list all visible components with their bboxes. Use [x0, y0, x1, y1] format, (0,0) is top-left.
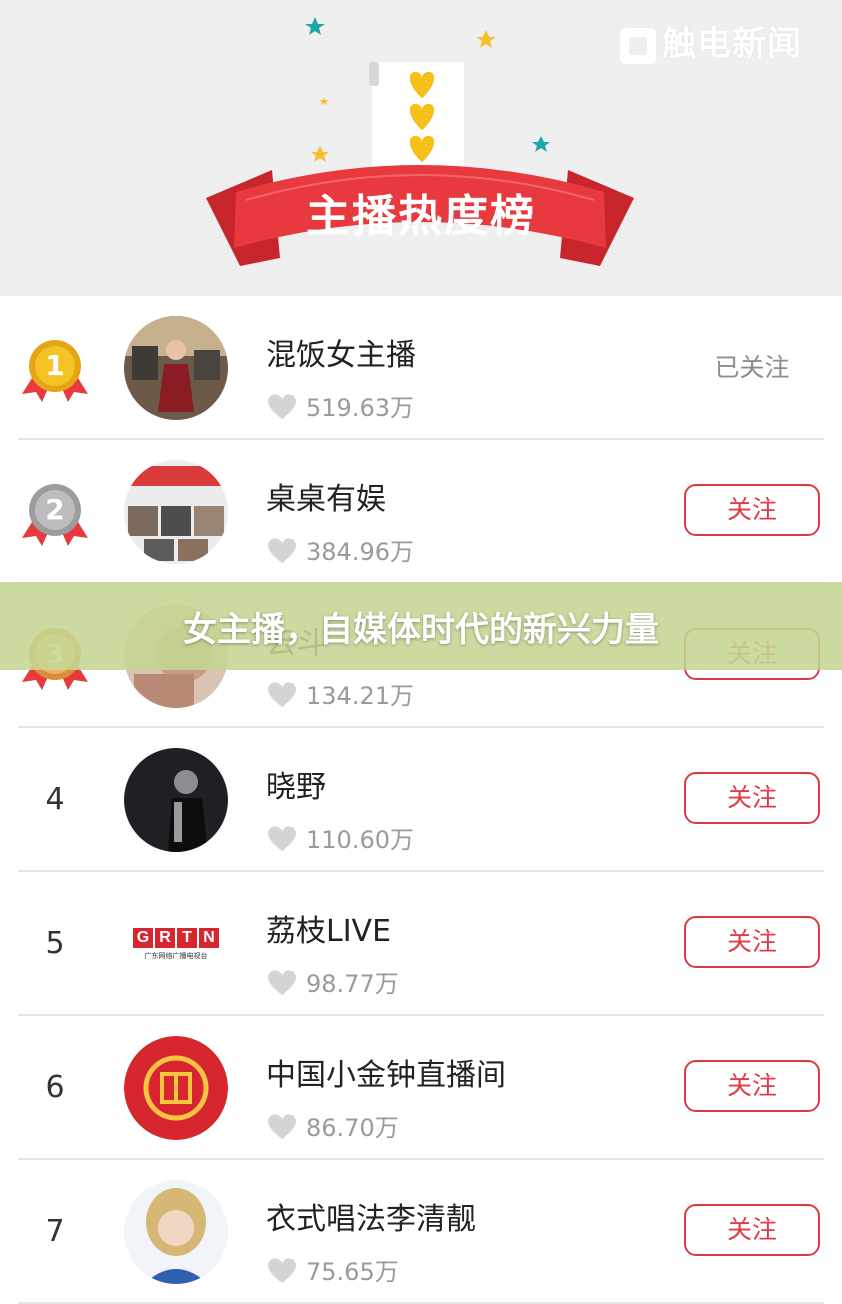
avatar-image	[124, 460, 228, 564]
list-item[interactable]: 4 晓野 110.60万 关注	[0, 728, 842, 872]
heart-icon	[268, 681, 296, 707]
logo-subtext: 广东网络广播电视台	[144, 951, 208, 960]
likes-value: 75.65万	[306, 1258, 399, 1286]
likes-count: 98.77万	[266, 964, 399, 999]
avatar-image	[124, 748, 228, 852]
list-item[interactable]: 5 G R T N 广东网络广播电视台 荔枝LIVE 98.77万 关注	[0, 872, 842, 1016]
likes-value: 519.63万	[306, 394, 414, 422]
anchor-name[interactable]: 晓野	[266, 762, 326, 806]
seal-logo-icon	[124, 1036, 228, 1140]
list-item[interactable]: 2 桌桌有娱 384.96万 关注	[0, 440, 842, 584]
rank-number: 7	[45, 1214, 65, 1249]
likes-count: 86.70万	[266, 1108, 399, 1143]
heart-icon	[268, 969, 296, 995]
banner-text: 女主播，自媒体时代的新兴力量	[183, 609, 659, 650]
list-item[interactable]: 7 衣式唱法李清靓 75.65万 关注	[0, 1160, 842, 1304]
avatar[interactable]	[124, 1036, 228, 1140]
list-item[interactable]: 1 混饭女主播 519.63万 已关注	[0, 296, 842, 440]
heart-icon	[268, 1257, 296, 1283]
anchor-name[interactable]: 荔枝LIVE	[266, 906, 391, 950]
avatar[interactable]	[124, 316, 228, 420]
likes-count: 519.63万	[266, 388, 414, 423]
page-title: 主播热度榜	[306, 191, 536, 242]
heart-icon	[409, 71, 435, 162]
avatar-image	[124, 1180, 228, 1284]
anchor-name[interactable]: 桌桌有娱	[266, 474, 386, 518]
avatar[interactable]	[124, 460, 228, 564]
watermark-text: 触电新闻	[662, 24, 802, 64]
likes-count: 384.96万	[266, 532, 414, 567]
likes-value: 98.77万	[306, 970, 399, 998]
heart-icon	[268, 1113, 296, 1139]
rank-number: 4	[45, 782, 65, 817]
heart-icon	[268, 825, 296, 851]
watermark: 触电新闻	[620, 16, 802, 65]
caption-banner: 女主播，自媒体时代的新兴力量	[0, 582, 842, 670]
likes-value: 134.21万	[306, 682, 414, 710]
rank-number: 6	[45, 1070, 65, 1105]
followed-button[interactable]: 已关注	[684, 344, 820, 396]
list-item[interactable]: 6 中国小金钟直播间 86.70万 关注	[0, 1016, 842, 1160]
likes-count: 134.21万	[266, 676, 414, 711]
logo-letter: R	[155, 927, 175, 948]
likes-value: 384.96万	[306, 538, 414, 566]
avatar[interactable]: G R T N 广东网络广播电视台	[124, 892, 228, 996]
header: 主播热度榜 触电新闻	[0, 0, 842, 296]
anchor-name[interactable]: 衣式唱法李清靓	[266, 1194, 476, 1238]
follow-button[interactable]: 关注	[684, 1204, 820, 1256]
logo-letter: G	[133, 927, 153, 948]
follow-button[interactable]: 关注	[684, 1060, 820, 1112]
avatar[interactable]	[124, 748, 228, 852]
logo-letter: T	[177, 927, 197, 948]
logo-letter: N	[199, 927, 219, 948]
follow-button[interactable]: 关注	[684, 772, 820, 824]
avatar-image	[124, 316, 228, 420]
likes-value: 86.70万	[306, 1114, 399, 1142]
rank-number: 2	[45, 493, 65, 526]
likes-count: 110.60万	[266, 820, 414, 855]
rank-number: 5	[45, 926, 65, 961]
heart-icon	[268, 537, 296, 563]
watermark-logo-icon	[620, 27, 656, 64]
likes-value: 110.60万	[306, 826, 414, 854]
follow-button[interactable]: 关注	[684, 484, 820, 536]
anchor-name[interactable]: 混饭女主播	[266, 330, 416, 374]
avatar[interactable]	[124, 1180, 228, 1284]
heart-icon	[268, 393, 296, 419]
likes-count: 75.65万	[266, 1252, 399, 1287]
anchor-name[interactable]: 中国小金钟直播间	[266, 1050, 506, 1094]
rank-number: 1	[45, 349, 65, 382]
follow-button[interactable]: 关注	[684, 916, 820, 968]
